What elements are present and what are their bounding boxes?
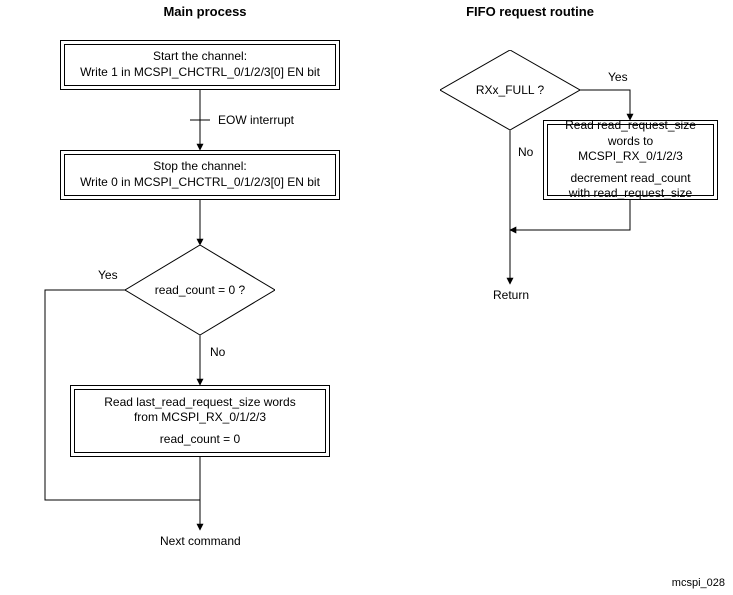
box-start-channel: Start the channel: Write 1 in MCSPI_CHCT… bbox=[60, 40, 340, 90]
box-stop-channel-inner: Stop the channel: Write 0 in MCSPI_CHCTR… bbox=[64, 154, 336, 196]
box-fifo-action: Read read_request_size words to MCSPI_RX… bbox=[543, 120, 718, 200]
stop-line1: Stop the channel: bbox=[153, 159, 246, 175]
label-return: Return bbox=[493, 288, 529, 302]
stop-line2: Write 0 in MCSPI_CHCTRL_0/1/2/3[0] EN bi… bbox=[80, 175, 320, 191]
fifo-line3: decrement read_count bbox=[570, 171, 690, 187]
label-no-fifo: No bbox=[518, 145, 533, 159]
fifo-line2: words to MCSPI_RX_0/1/2/3 bbox=[554, 134, 707, 165]
read-line1: Read last_read_request_size words bbox=[104, 395, 295, 411]
box-stop-channel: Stop the channel: Write 0 in MCSPI_CHCTR… bbox=[60, 150, 340, 200]
box-fifo-action-inner: Read read_request_size words to MCSPI_RX… bbox=[547, 124, 714, 196]
read-line3: read_count = 0 bbox=[160, 432, 240, 448]
diagram-id: mcspi_028 bbox=[672, 577, 725, 589]
title-main: Main process bbox=[140, 4, 270, 19]
label-eow-interrupt: EOW interrupt bbox=[218, 113, 294, 127]
flowchart-canvas: Main process FIFO request routine Start … bbox=[0, 0, 733, 595]
label-yes-fifo: Yes bbox=[608, 70, 628, 84]
fifo-line1: Read read_request_size bbox=[565, 118, 696, 134]
box-start-channel-inner: Start the channel: Write 1 in MCSPI_CHCT… bbox=[64, 44, 336, 86]
fifo-line4: with read_request_size bbox=[569, 186, 692, 202]
label-next-command: Next command bbox=[160, 534, 241, 548]
read-line2: from MCSPI_RX_0/1/2/3 bbox=[134, 410, 266, 426]
title-fifo: FIFO request routine bbox=[440, 4, 620, 19]
start-line1: Start the channel: bbox=[153, 49, 247, 65]
decision-rxx-full: RXx_FULL ? bbox=[440, 50, 580, 130]
decision-read-count: read_count = 0 ? bbox=[125, 245, 275, 335]
start-line2: Write 1 in MCSPI_CHCTRL_0/1/2/3[0] EN bi… bbox=[80, 65, 320, 81]
label-no-main: No bbox=[210, 345, 225, 359]
box-read-last-inner: Read last_read_request_size words from M… bbox=[74, 389, 326, 453]
label-yes-main: Yes bbox=[98, 268, 118, 282]
box-read-last: Read last_read_request_size words from M… bbox=[70, 385, 330, 457]
